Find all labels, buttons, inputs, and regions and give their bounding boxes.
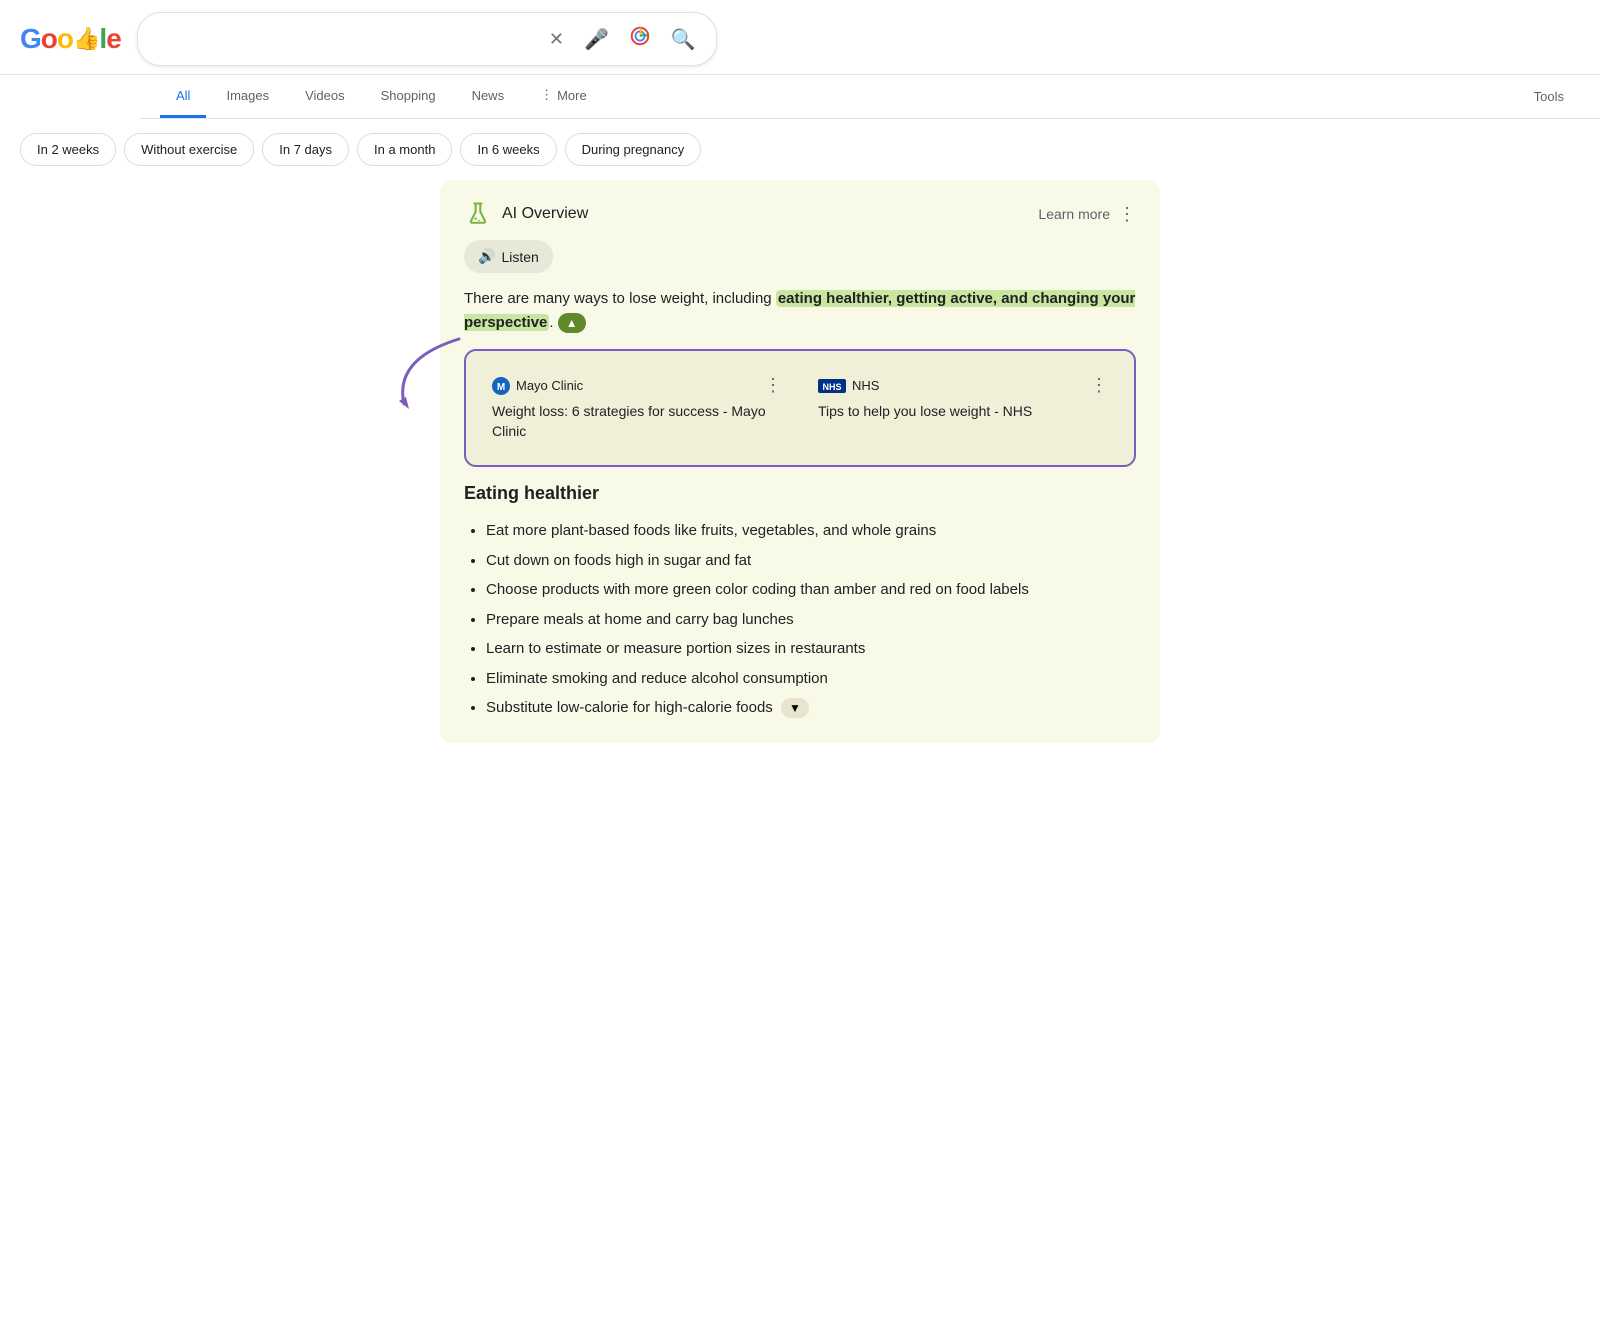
nav-tabs: All Images Videos Shopping News ⋮ More T… — [140, 75, 1600, 119]
source-card-nhs-header: NHS NHS ⋮ — [818, 375, 1108, 396]
bullet-3: Choose products with more green color co… — [486, 575, 1136, 605]
chips-row: In 2 weeks Without exercise In 7 days In… — [0, 119, 1600, 180]
ai-header-left: AI Overview — [464, 200, 588, 228]
chip-in-a-month[interactable]: In a month — [357, 133, 452, 166]
listen-button[interactable]: 🔊 Listen — [464, 240, 553, 273]
bullet-5: Learn to estimate or measure portion siz… — [486, 634, 1136, 664]
show-more-button[interactable]: ▼ — [781, 698, 809, 718]
search-bar: how to lose weight ✕ 🎤 🔍 — [137, 12, 717, 66]
chip-in-2-weeks[interactable]: In 2 weeks — [20, 133, 116, 166]
main-content: AI Overview Learn more ⋮ 🔊 Listen There … — [420, 180, 1180, 779]
nhs-logo: NHS — [818, 379, 846, 393]
tab-videos[interactable]: Videos — [289, 76, 361, 118]
source-name-row-nhs: NHS NHS — [818, 378, 879, 393]
eating-healthier-title: Eating healthier — [464, 483, 1136, 504]
ai-body-prefix: There are many ways to lose weight, incl… — [464, 290, 776, 307]
ai-overview-title: AI Overview — [502, 205, 588, 223]
tab-images[interactable]: Images — [210, 76, 285, 118]
flask-icon — [464, 200, 492, 228]
header: Goo👍le how to lose weight ✕ 🎤 — [0, 0, 1600, 75]
clear-button[interactable]: ✕ — [545, 25, 568, 54]
bullet-7: Substitute low-calorie for high-calorie … — [486, 693, 1136, 723]
source-card-nhs[interactable]: NHS NHS ⋮ Tips to help you lose weight -… — [806, 365, 1120, 451]
tools-tab[interactable]: Tools — [1518, 77, 1580, 116]
svg-text:NHS: NHS — [822, 382, 841, 392]
collapse-button[interactable]: ▲ — [558, 313, 586, 333]
bullet-1: Eat more plant-based foods like fruits, … — [486, 516, 1136, 546]
lens-search-button[interactable] — [625, 21, 655, 57]
mayo-card-title: Weight loss: 6 strategies for success - … — [492, 402, 782, 441]
chip-in-6-weeks[interactable]: In 6 weeks — [460, 133, 556, 166]
ai-overview-section: AI Overview Learn more ⋮ 🔊 Listen There … — [440, 180, 1160, 743]
ai-body-suffix: . — [549, 314, 553, 331]
ai-overview-header: AI Overview Learn more ⋮ — [464, 200, 1136, 228]
chevron-up-icon: ▲ — [566, 316, 578, 330]
learn-more-link[interactable]: Learn more — [1038, 206, 1110, 222]
microphone-icon: 🎤 — [584, 27, 609, 52]
source-cards-wrapper: M Mayo Clinic ⋮ Weight loss: 6 strategie… — [464, 349, 1136, 467]
lens-icon — [629, 25, 651, 53]
nhs-card-title: Tips to help you lose weight - NHS — [818, 402, 1108, 422]
chip-during-pregnancy[interactable]: During pregnancy — [565, 133, 702, 166]
source-card-mayo[interactable]: M Mayo Clinic ⋮ Weight loss: 6 strategie… — [480, 365, 794, 451]
nhs-name: NHS — [852, 378, 879, 393]
tab-news[interactable]: News — [456, 76, 521, 118]
source-name-row-mayo: M Mayo Clinic — [492, 377, 583, 395]
mayo-clinic-name: Mayo Clinic — [516, 378, 583, 393]
search-icons: ✕ 🎤 🔍 — [545, 21, 700, 57]
arrow-annotation — [374, 329, 474, 429]
close-icon: ✕ — [549, 29, 564, 50]
search-submit-button[interactable]: 🔍 — [667, 23, 700, 56]
ai-header-right: Learn more ⋮ — [1038, 204, 1136, 225]
tab-all[interactable]: All — [160, 76, 206, 118]
bullet-2: Cut down on foods high in sugar and fat — [486, 546, 1136, 576]
bullet-6: Eliminate smoking and reduce alcohol con… — [486, 664, 1136, 694]
source-card-mayo-header: M Mayo Clinic ⋮ — [492, 375, 782, 396]
tab-shopping[interactable]: Shopping — [365, 76, 452, 118]
voice-search-button[interactable]: 🎤 — [580, 23, 613, 56]
ai-more-options-icon[interactable]: ⋮ — [1118, 204, 1136, 225]
svg-text:M: M — [497, 382, 505, 393]
mayo-card-more-icon[interactable]: ⋮ — [764, 375, 782, 396]
chip-in-7-days[interactable]: In 7 days — [262, 133, 349, 166]
search-input[interactable]: how to lose weight — [154, 30, 537, 48]
listen-label: Listen — [501, 249, 538, 265]
google-logo[interactable]: Goo👍le — [20, 23, 121, 55]
nhs-card-more-icon[interactable]: ⋮ — [1090, 375, 1108, 396]
source-cards: M Mayo Clinic ⋮ Weight loss: 6 strategie… — [464, 349, 1136, 467]
mayo-clinic-logo: M — [492, 377, 510, 395]
ai-body-text: There are many ways to lose weight, incl… — [464, 287, 1136, 335]
speaker-icon: 🔊 — [478, 248, 495, 265]
eating-bullet-list: Eat more plant-based foods like fruits, … — [464, 516, 1136, 723]
bullet-4: Prepare meals at home and carry bag lunc… — [486, 605, 1136, 635]
chip-without-exercise[interactable]: Without exercise — [124, 133, 254, 166]
chevron-down-icon: ▼ — [789, 701, 801, 715]
tab-more[interactable]: ⋮ More — [524, 75, 603, 118]
search-icon: 🔍 — [671, 27, 696, 52]
more-dots-icon: ⋮ — [540, 87, 553, 103]
